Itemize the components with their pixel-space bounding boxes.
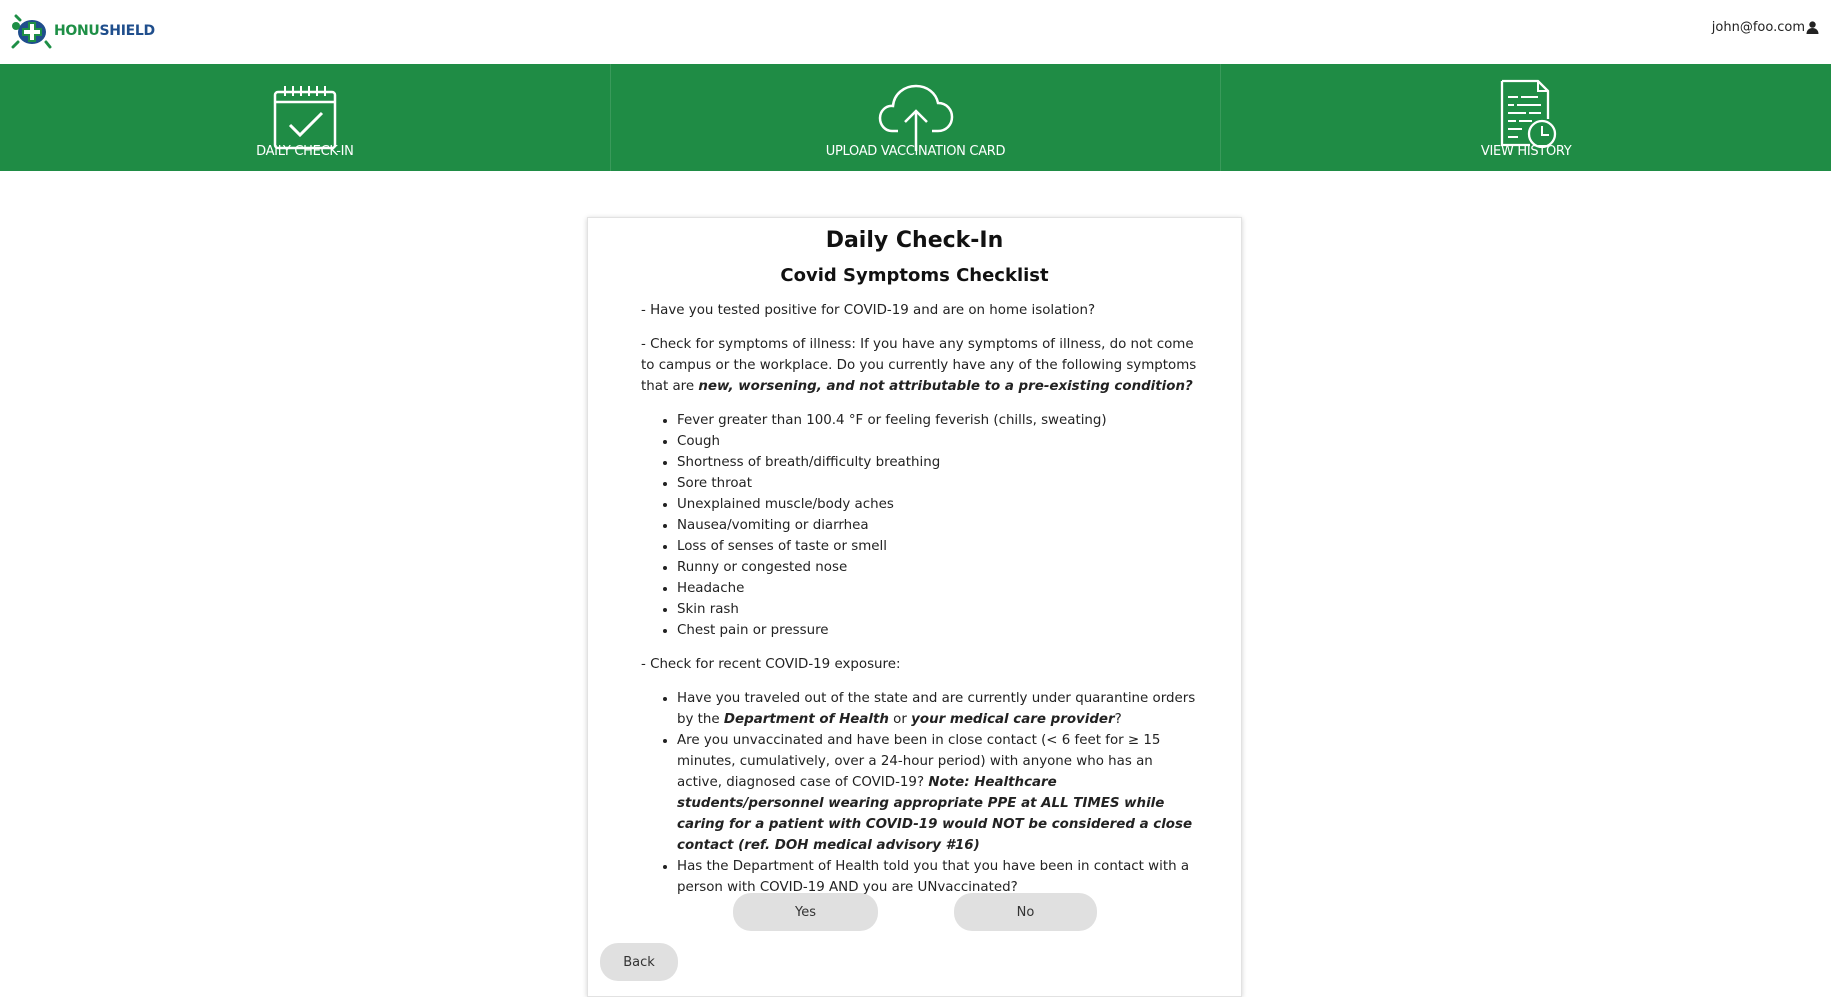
top-bar: HONUSHIELD john@foo.com bbox=[0, 0, 1831, 64]
user-icon bbox=[1806, 21, 1819, 34]
main-nav: DAILY CHECK-IN UPLOAD VACCINATION CARD V… bbox=[0, 64, 1831, 171]
exposure-contact-text: Are you unvaccinated and have been in cl… bbox=[677, 733, 1161, 790]
list-item: Headache bbox=[677, 578, 1201, 599]
nav-daily-checkin-label: DAILY CHECK-IN bbox=[256, 144, 354, 159]
logo[interactable]: HONUSHIELD bbox=[10, 12, 155, 50]
list-item: Fever greater than 100.4 °F or feeling f… bbox=[677, 410, 1201, 431]
question-exposure: - Check for recent COVID-19 exposure: bbox=[641, 657, 901, 672]
turtle-shield-logo-icon bbox=[11, 14, 52, 49]
exposure-contact-item: Are you unvaccinated and have been in cl… bbox=[677, 730, 1201, 856]
list-item: Unexplained muscle/body aches bbox=[677, 494, 1201, 515]
list-item: Loss of senses of taste or smell bbox=[677, 536, 1201, 557]
list-item: Sore throat bbox=[677, 473, 1201, 494]
brand-name: HONUSHIELD bbox=[54, 23, 155, 39]
user-menu[interactable]: john@foo.com bbox=[1712, 20, 1819, 35]
list-item: Skin rash bbox=[677, 599, 1201, 620]
list-item: Cough bbox=[677, 431, 1201, 452]
exposure-travel-item: Have you traveled out of the state and a… bbox=[677, 688, 1201, 730]
exposure-travel-provider: your medical care provider bbox=[911, 712, 1115, 727]
yes-button[interactable]: Yes bbox=[733, 893, 878, 931]
question-symptoms: - Check for symptoms of illness: If you … bbox=[641, 334, 1201, 397]
exposure-travel-doh: Department of Health bbox=[723, 712, 889, 727]
exposure-travel-qmark: ? bbox=[1114, 712, 1122, 727]
brand-name-shield: SHIELD bbox=[99, 23, 156, 39]
list-item: Runny or congested nose bbox=[677, 557, 1201, 578]
page-title: Daily Check-In bbox=[825, 228, 1004, 253]
no-button[interactable]: No bbox=[954, 893, 1097, 931]
checklist-content: - Have you tested positive for COVID-19 … bbox=[641, 300, 1201, 911]
back-button[interactable]: Back bbox=[600, 943, 678, 981]
nav-view-history[interactable]: VIEW HISTORY bbox=[1220, 64, 1831, 171]
exposure-travel-or: or bbox=[888, 712, 912, 727]
calendar-check-icon bbox=[273, 86, 337, 150]
nav-upload-vaccination-card-label: UPLOAD VACCINATION CARD bbox=[825, 144, 1006, 159]
nav-upload-vaccination-card[interactable]: UPLOAD VACCINATION CARD bbox=[609, 64, 1221, 171]
brand-name-honu: HONU bbox=[54, 23, 100, 39]
document-clock-icon bbox=[1501, 79, 1557, 149]
cloud-upload-icon bbox=[878, 84, 953, 151]
list-item: Shortness of breath/difficulty breathing bbox=[677, 452, 1201, 473]
question-symptoms-emphasis: new, worsening, and not attributable to … bbox=[698, 379, 1193, 394]
nav-daily-checkin[interactable]: DAILY CHECK-IN bbox=[0, 64, 610, 171]
nav-view-history-label: VIEW HISTORY bbox=[1480, 144, 1572, 159]
user-email: john@foo.com bbox=[1711, 20, 1805, 35]
list-item: Chest pain or pressure bbox=[677, 620, 1201, 641]
exposure-doh-item: Has the Department of Health told you th… bbox=[677, 856, 1201, 898]
exposure-list: Have you traveled out of the state and a… bbox=[641, 688, 1201, 898]
symptoms-list: Fever greater than 100.4 °F or feeling f… bbox=[641, 410, 1201, 641]
list-item: Nausea/vomiting or diarrhea bbox=[677, 515, 1201, 536]
question-home-isolation: - Have you tested positive for COVID-19 … bbox=[641, 303, 1096, 318]
checkin-card: Daily Check-In Covid Symptoms Checklist … bbox=[587, 217, 1242, 997]
page-subtitle: Covid Symptoms Checklist bbox=[780, 265, 1049, 286]
